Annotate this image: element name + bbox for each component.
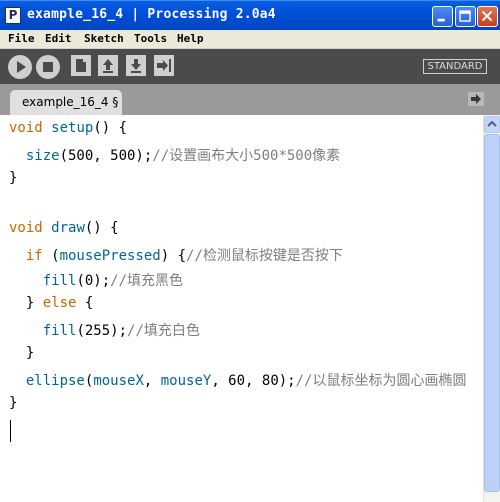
- variable-name: mouseY: [160, 373, 212, 389]
- tab-example-16-4[interactable]: example_16_4 §: [10, 90, 122, 115]
- play-icon: [17, 61, 26, 73]
- stop-button[interactable]: [36, 55, 60, 79]
- app-icon-letter: P: [8, 8, 18, 22]
- menu-bar: File Edit Sketch Tools Help: [0, 30, 500, 49]
- code-comment: //填充黑色: [110, 273, 184, 289]
- code-line-3: }: [9, 170, 18, 186]
- function-name: draw: [51, 220, 85, 236]
- code-text: ,: [143, 373, 161, 389]
- download-arrow-icon: [131, 59, 141, 73]
- save-button[interactable]: [126, 55, 146, 76]
- window-title: example_16_4 | Processing 2.0a4: [27, 7, 276, 22]
- function-name: fill: [42, 273, 77, 289]
- new-button[interactable]: [71, 55, 91, 76]
- function-name: fill: [42, 323, 77, 339]
- export-arrow-icon: [157, 59, 171, 72]
- scroll-up-button[interactable]: [484, 116, 500, 133]
- menu-sketch[interactable]: Sketch: [84, 32, 124, 45]
- function-name: ellipse: [25, 373, 85, 389]
- scrollbar-thumb[interactable]: [484, 134, 500, 492]
- code-text: (0);: [76, 273, 111, 289]
- code-line-5: void draw() {: [9, 220, 119, 240]
- code-line-2: size(500, 500);//设置画布大小500*500像素: [9, 145, 340, 165]
- maximize-icon: [459, 10, 471, 22]
- code-text: {: [76, 295, 94, 311]
- keyword: if: [25, 248, 43, 264]
- code-text: () {: [84, 220, 119, 236]
- menu-help[interactable]: Help: [177, 32, 204, 45]
- code-line-7: fill(0);//填充黑色: [9, 270, 183, 290]
- minimize-icon: [437, 18, 445, 22]
- code-comment: //填充白色: [127, 323, 200, 339]
- code-text: (500, 500);: [59, 148, 153, 164]
- keyword: void: [9, 120, 43, 136]
- code-line-6: if (mousePressed) {//检测鼠标按键是否按下: [9, 245, 343, 265]
- code-comment: //设置画布大小500*500像素: [152, 148, 341, 164]
- close-icon: [481, 10, 493, 22]
- menu-tools[interactable]: Tools: [134, 32, 167, 45]
- code-text: (255);: [76, 323, 128, 339]
- code-line-11: ellipse(mouseX, mouseY, 60, 80);//以鼠标坐标为…: [9, 370, 467, 390]
- title-bar[interactable]: P example_16_4 | Processing 2.0a4: [0, 0, 500, 30]
- mode-selector[interactable]: STANDARD: [423, 59, 487, 74]
- keyword: else: [42, 295, 77, 311]
- variable-name: mouseX: [93, 373, 144, 389]
- code-text: }: [25, 295, 43, 311]
- code-line-1: void setup() {: [9, 120, 127, 140]
- code-line-12: }: [9, 395, 18, 411]
- code-text: () {: [93, 120, 128, 136]
- code-text: , 60, 80);: [211, 373, 296, 389]
- open-button[interactable]: [98, 55, 118, 76]
- tab-menu-arrow-icon[interactable]: [468, 92, 484, 106]
- code-line-10: }: [9, 345, 34, 365]
- maximize-button[interactable]: [455, 6, 476, 27]
- tab-bar: example_16_4 §: [0, 84, 500, 115]
- new-file-icon: [76, 59, 86, 72]
- export-button[interactable]: [154, 55, 174, 76]
- close-button[interactable]: [477, 6, 498, 27]
- function-name: size: [25, 148, 60, 164]
- code-comment: //以鼠标坐标为圆心画椭圆: [295, 373, 467, 389]
- code-text: }: [25, 345, 35, 361]
- menu-file[interactable]: File: [8, 32, 35, 45]
- keyword: void: [9, 220, 43, 236]
- stop-icon: [43, 62, 53, 72]
- minimize-button[interactable]: [432, 6, 453, 27]
- upload-arrow-icon: [103, 59, 113, 73]
- code-text: (: [42, 248, 60, 264]
- text-caret: [10, 420, 11, 442]
- code-editor[interactable]: void setup() { size(500, 500);//设置画布大小50…: [0, 115, 483, 502]
- code-line-9: fill(255);//填充白色: [9, 320, 200, 340]
- variable-name: mousePressed: [59, 248, 161, 264]
- code-line-8: } else {: [9, 295, 93, 315]
- code-comment: //检测鼠标按键是否按下: [186, 248, 343, 264]
- code-text: ) {: [160, 248, 187, 264]
- tab-label: example_16_4 §: [22, 95, 119, 109]
- chevron-up-icon: [487, 120, 497, 127]
- run-button[interactable]: [8, 55, 32, 79]
- toolbar: STANDARD: [0, 49, 500, 84]
- menu-edit[interactable]: Edit: [45, 32, 72, 45]
- function-name: setup: [51, 120, 94, 136]
- processing-app-icon[interactable]: P: [5, 7, 21, 24]
